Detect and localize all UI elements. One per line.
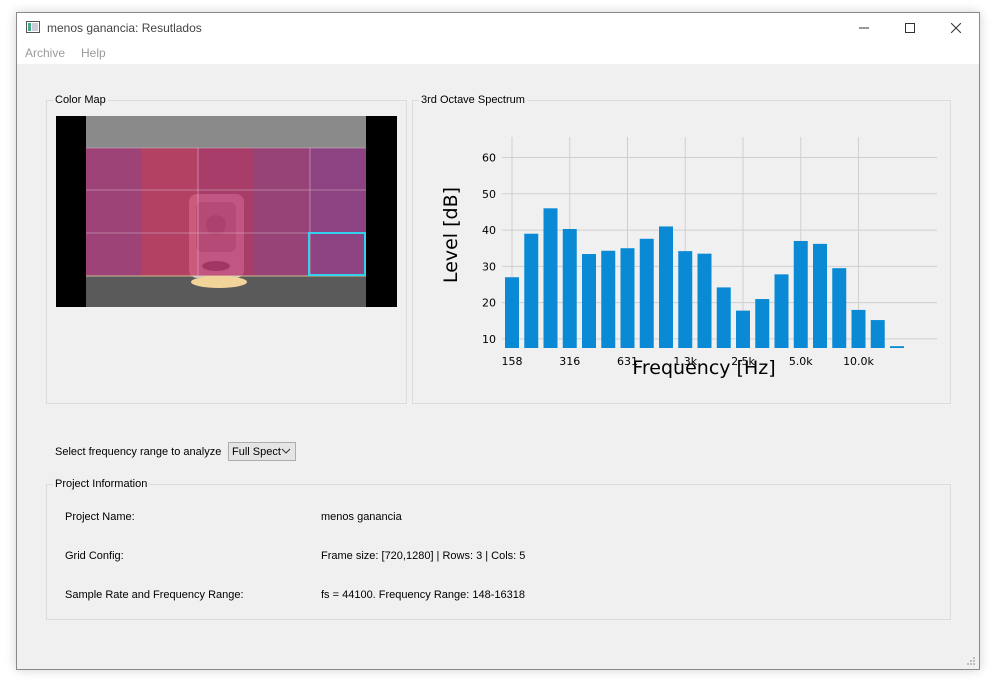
y-tick-label: 30 — [482, 260, 496, 273]
spectrum-bar — [832, 268, 847, 348]
spectrum-bar — [620, 248, 635, 348]
spectrum-bar — [813, 243, 827, 348]
grid-config-label: Grid Config: — [65, 550, 124, 562]
x-axis-label: Frequency [Hz] — [632, 357, 775, 379]
spectrum-bar — [870, 320, 885, 348]
x-tick-label: 5.0k — [789, 355, 813, 368]
y-tick-label: 20 — [482, 297, 496, 310]
window-title: menos ganancia: Resutlados — [47, 21, 202, 35]
color-map-view[interactable] — [56, 116, 397, 307]
title-bar: menos ganancia: Resutlados — [17, 13, 979, 43]
spectrum-bar — [639, 238, 654, 348]
spectrum-bar — [851, 309, 866, 348]
y-tick-label: 10 — [482, 333, 496, 346]
frequency-range-select[interactable]: Full Spect — [228, 442, 296, 461]
spectrum-bar — [582, 254, 596, 348]
spectrum-bar — [505, 277, 519, 348]
spectrum-bar — [774, 274, 789, 348]
spectrum-bar — [890, 346, 904, 348]
project-name-value: menos ganancia — [321, 511, 402, 523]
menu-archive[interactable]: Archive — [25, 46, 65, 60]
sample-rate-label: Sample Rate and Frequency Range: — [65, 589, 244, 601]
sample-rate-value: fs = 44100. Frequency Range: 148-16318 — [321, 589, 525, 601]
color-map-title: Color Map — [53, 94, 108, 106]
color-map-image — [56, 116, 397, 307]
project-info-title: Project Information — [53, 478, 150, 490]
maximize-button[interactable] — [887, 13, 933, 43]
maximize-icon — [905, 23, 915, 33]
spectrum-bar — [678, 251, 693, 348]
spectrum-bar — [716, 287, 731, 348]
frequency-range-value: Full Spect — [232, 446, 281, 458]
grid-config-value: Frame size: [720,1280] | Rows: 3 | Cols:… — [321, 550, 526, 562]
spectrum-bar — [755, 299, 770, 348]
close-icon — [951, 23, 961, 33]
y-tick-label: 50 — [482, 188, 496, 201]
menu-help[interactable]: Help — [81, 46, 106, 60]
x-tick-label: 10.0k — [843, 355, 874, 368]
spectrum-bar — [524, 233, 539, 348]
minimize-button[interactable] — [841, 13, 887, 43]
spectrum-title: 3rd Octave Spectrum — [419, 94, 527, 106]
spectrum-chart: 102030405060 158 316 631 1.3k 2.5k 5.0k 10.0k … — [440, 137, 937, 379]
y-tick-label: 60 — [482, 152, 496, 165]
x-tick-label: 158 — [502, 355, 523, 368]
spectrum-bar — [736, 310, 750, 348]
spectrum-bar — [601, 250, 616, 348]
close-button[interactable] — [933, 13, 979, 43]
spectrum-bar — [659, 226, 673, 348]
app-icon — [26, 21, 40, 33]
main-window: menos ganancia: Resutlados Archive Help … — [16, 12, 980, 670]
y-axis-label: Level [dB] — [440, 187, 462, 283]
spectrum-bar — [562, 228, 577, 348]
minimize-icon — [859, 27, 869, 29]
spectrum-bar — [543, 208, 558, 348]
project-name-label: Project Name: — [65, 511, 135, 523]
resize-grip-icon[interactable] — [966, 656, 976, 666]
spectrum-bar — [697, 253, 712, 348]
menu-bar: Archive Help — [17, 43, 979, 64]
range-select-label: Select frequency range to analyze — [55, 446, 222, 458]
chevron-down-icon — [281, 448, 291, 454]
x-tick-label: 316 — [559, 355, 580, 368]
spectrum-bar — [793, 240, 808, 348]
y-tick-label: 40 — [482, 224, 496, 237]
